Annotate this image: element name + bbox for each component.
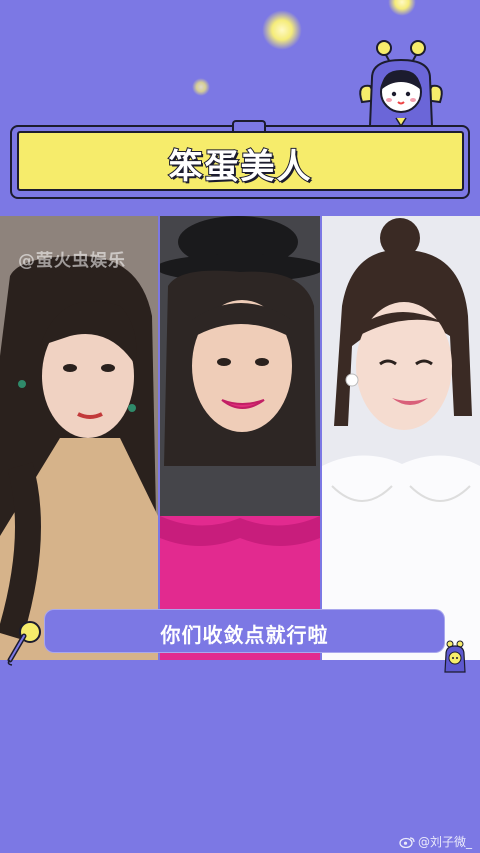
- author-handle: @刘子微_: [417, 835, 472, 849]
- subtitle-caption: 你们收敛点就行啦: [160, 623, 329, 647]
- weibo-watermark: @刘子微_: [399, 833, 472, 850]
- source-watermark: @萤火虫娱乐: [18, 251, 126, 271]
- weibo-icon: [399, 836, 415, 848]
- subtitle-bar: 你们收敛点就行啦: [44, 609, 445, 653]
- portrait-photo-2: [160, 216, 320, 660]
- sparkle-decoration: [388, 0, 416, 16]
- portrait-photo-1: @萤火虫娱乐: [0, 216, 158, 660]
- bee-mascot-icon: [359, 40, 443, 128]
- video-frame: 笨蛋美人 @萤火虫娱乐 你们收敛点就行啦 @刘子微_: [0, 0, 480, 853]
- mini-bee-mascot-icon: [444, 640, 466, 673]
- sparkle-decoration: [262, 10, 302, 50]
- title-box: 笨蛋美人: [17, 131, 464, 191]
- microphone-icon: [7, 621, 41, 666]
- page-title: 笨蛋美人: [168, 146, 313, 188]
- photo-strip: @萤火虫娱乐: [0, 216, 480, 660]
- sparkle-decoration: [192, 78, 210, 96]
- portrait-photo-3: [322, 216, 480, 660]
